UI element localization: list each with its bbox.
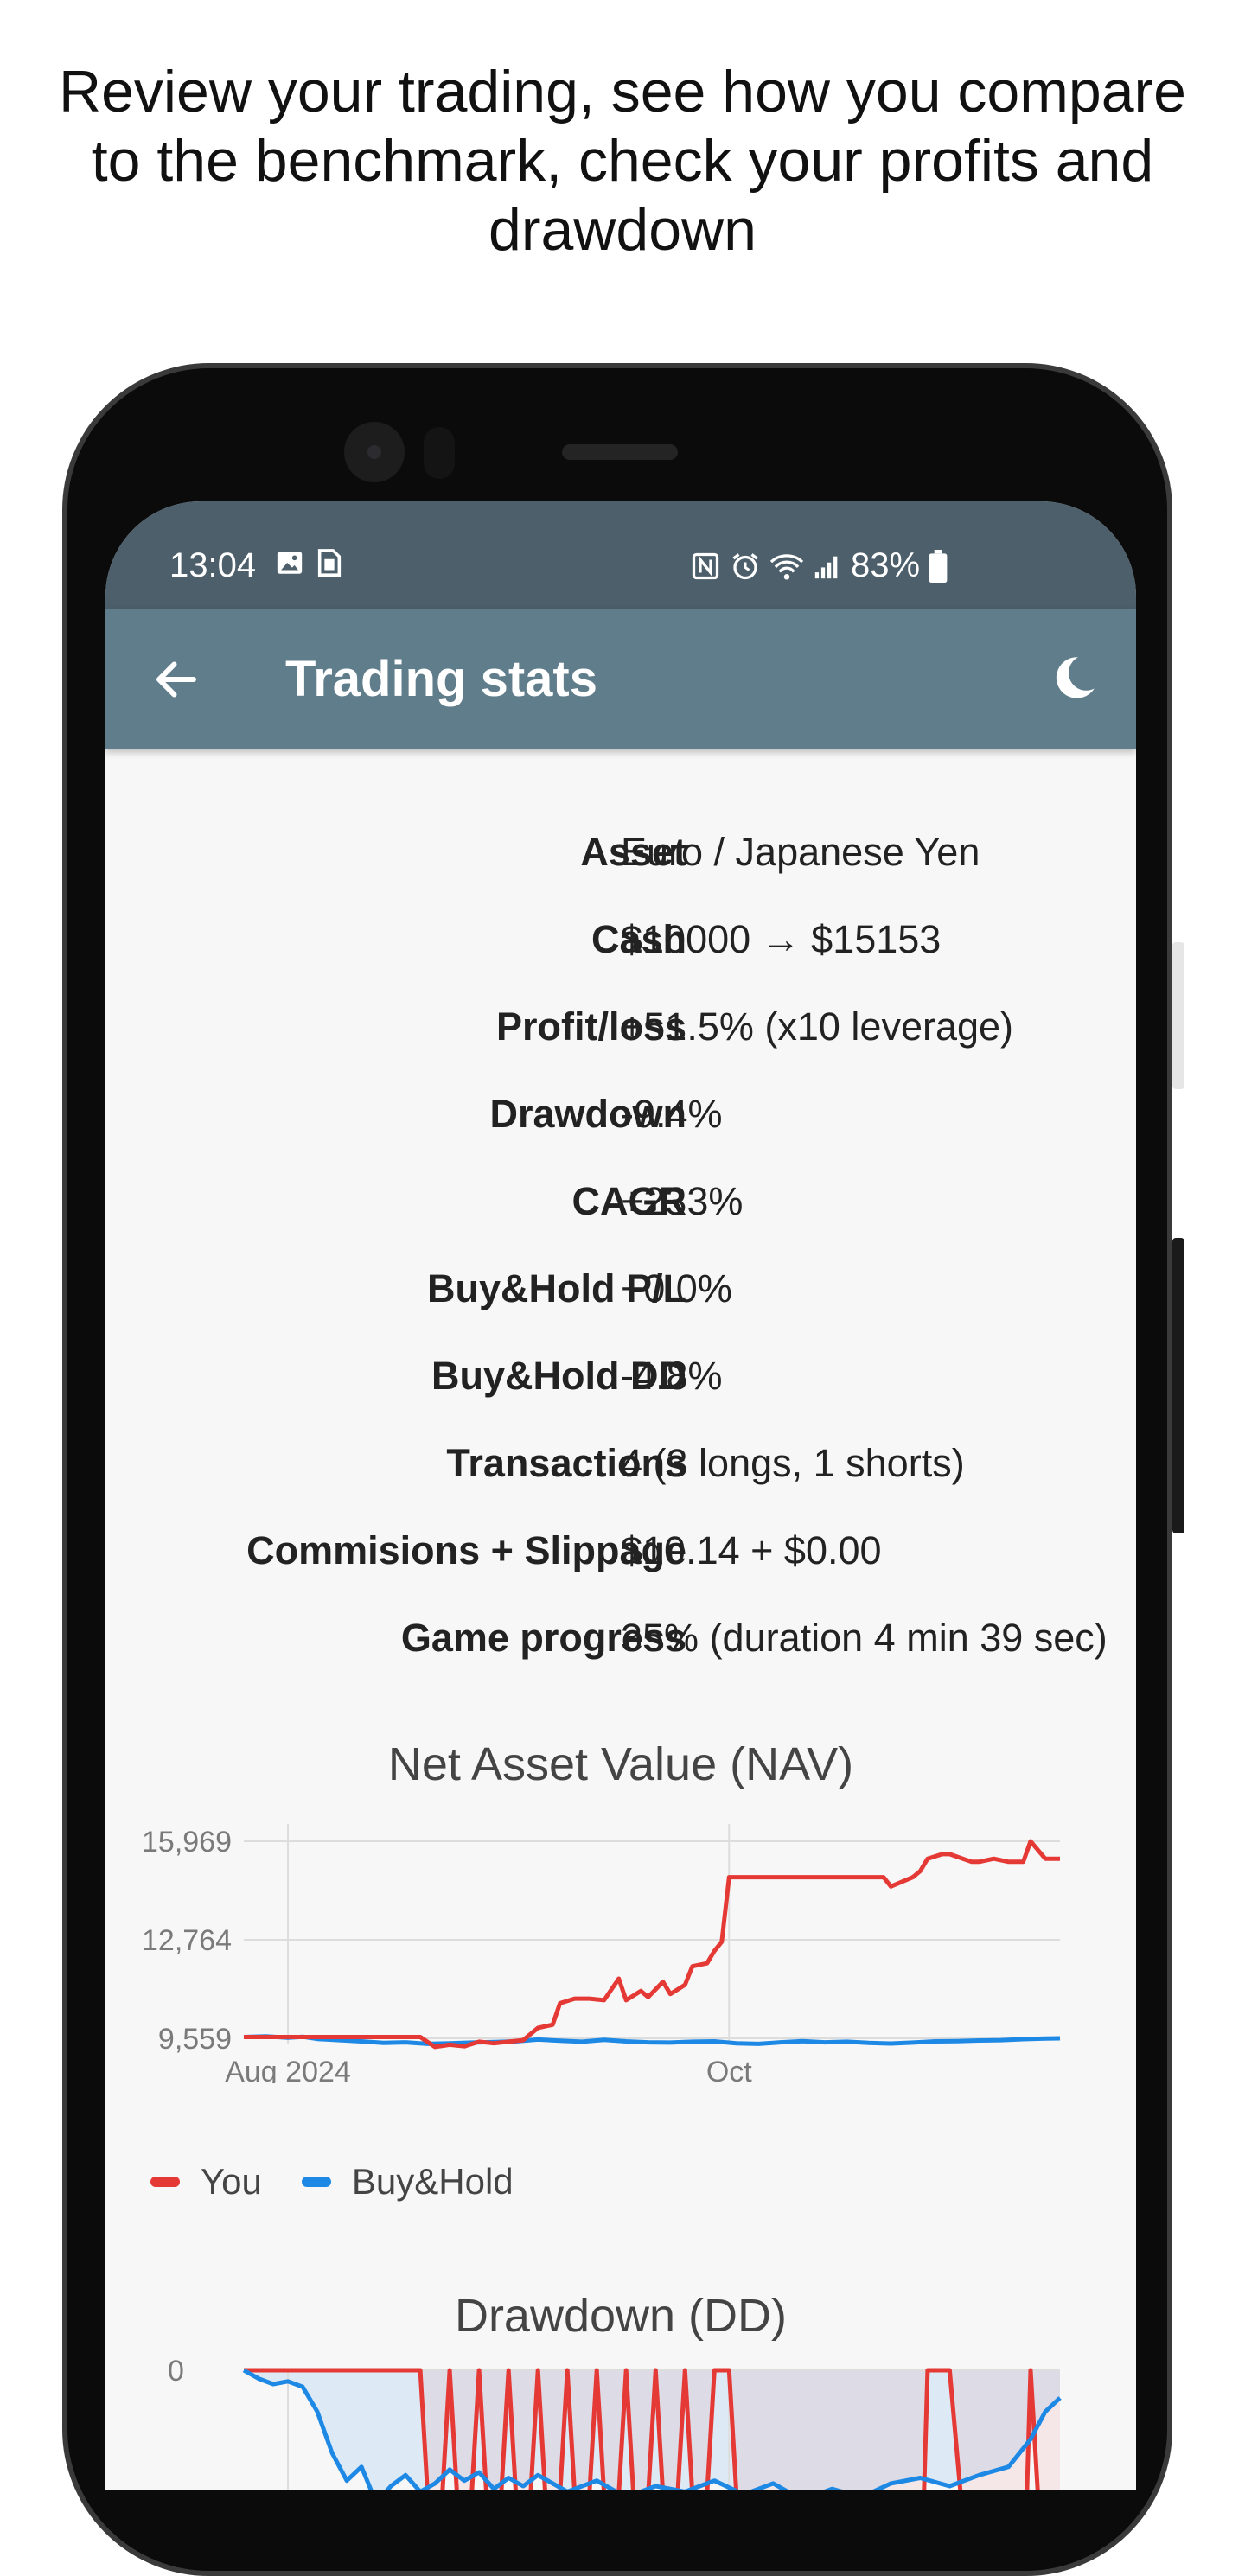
app-bar: Trading stats bbox=[105, 609, 1136, 749]
caption-line-1: Review your trading, see how you compare bbox=[59, 59, 1186, 124]
stat-value: 35% (duration 4 min 39 sec) bbox=[621, 1616, 1108, 1660]
stat-row: Cash $10000 → $15153 bbox=[105, 917, 1136, 986]
proximity-sensor bbox=[424, 427, 455, 479]
phone-screen: 13:04 83% Trading stats Asset Euro / Jap… bbox=[105, 501, 1136, 2490]
nav-chart-title: Net Asset Value (NAV) bbox=[387, 1738, 854, 1790]
stat-row: Buy&Hold P/L +0.0% bbox=[105, 1266, 1136, 1336]
legend-swatch-buy-hold bbox=[301, 2177, 331, 2187]
stat-row: Buy&Hold DD -4.8% bbox=[105, 1354, 1136, 1423]
stat-value: -9.4% bbox=[621, 1092, 723, 1136]
legend-swatch-you bbox=[150, 2177, 180, 2187]
stat-row: Profit/loss +51.5% (x10 leverage) bbox=[105, 1004, 1136, 1074]
battery-percent: 83% bbox=[851, 546, 921, 584]
legend-item-buy-hold[interactable]: Buy&Hold bbox=[301, 2161, 514, 2203]
legend-label-you: You bbox=[201, 2161, 262, 2202]
phone-side-button-top bbox=[1172, 942, 1184, 1089]
dd-chart: 0 bbox=[168, 2355, 1062, 2490]
legend-label-buy-hold: Buy&Hold bbox=[351, 2161, 514, 2202]
front-camera bbox=[344, 422, 405, 482]
nav-chart: 15,969 12,764 9,559Aug 2024 Oct bbox=[142, 1824, 1061, 2083]
image-icon bbox=[277, 552, 303, 574]
alarm-icon bbox=[732, 552, 758, 579]
stat-value: +233% bbox=[621, 1179, 744, 1223]
signal-icon bbox=[814, 556, 838, 578]
status-bar: 13:04 83% bbox=[105, 501, 1136, 609]
stat-value: Euro / Japanese Yen bbox=[621, 830, 980, 874]
stat-row: Game progress 35% (duration 4 min 39 sec… bbox=[105, 1616, 1136, 1685]
moon-icon[interactable] bbox=[1048, 652, 1100, 704]
status-time: 13:04 bbox=[169, 546, 257, 584]
caption-line-2: to the benchmark, check your profits and bbox=[91, 128, 1154, 194]
dd-chart-title: Drawdown (DD) bbox=[454, 2290, 788, 2342]
page-title: Trading stats bbox=[285, 651, 597, 707]
caption-line-3: drawdown bbox=[488, 197, 757, 263]
legend-item-you[interactable]: You bbox=[150, 2161, 262, 2203]
arrow-left-icon[interactable] bbox=[150, 654, 202, 705]
nav-x-tick-label: Oct bbox=[706, 2056, 752, 2083]
wifi-icon bbox=[769, 553, 804, 580]
battery-icon bbox=[929, 549, 948, 583]
stat-value: $10000 → $15153 bbox=[621, 917, 942, 961]
nav-y-tick-label: 15,969 bbox=[142, 1826, 232, 1859]
stat-value: 4 (3 longs, 1 shorts) bbox=[621, 1441, 965, 1485]
stat-value: $10.14 + $0.00 bbox=[621, 1528, 882, 1572]
nav-series-you-line bbox=[244, 1839, 1060, 2050]
stat-value: +51.5% (x10 leverage) bbox=[621, 1004, 1014, 1049]
earpiece-speaker bbox=[562, 444, 678, 460]
nav-y-tick-label: 9,559 bbox=[158, 2023, 232, 2056]
dd-y-tick-label: 0 bbox=[168, 2355, 184, 2388]
nav-y-tick-label: 12,764 bbox=[142, 1924, 232, 1957]
nav-x-tick-label: Aug 2024 bbox=[225, 2056, 351, 2083]
stat-row: Commisions + Slippage $10.14 + $0.00 bbox=[105, 1528, 1136, 1597]
stat-row: Drawdown -9.4% bbox=[105, 1092, 1136, 1161]
chart-legend: You Buy&Hold bbox=[150, 2161, 553, 2203]
nfc-icon bbox=[692, 552, 719, 579]
stat-row: Asset Euro / Japanese Yen bbox=[105, 830, 1136, 899]
stat-value: +0.0% bbox=[621, 1266, 732, 1310]
phone-side-button-bottom bbox=[1172, 1238, 1184, 1533]
promo-caption: Review your trading, see how you compare… bbox=[17, 57, 1228, 265]
stat-value: -4.8% bbox=[621, 1354, 723, 1398]
sim-icon bbox=[317, 549, 342, 577]
stat-row: Transactions 4 (3 longs, 1 shorts) bbox=[105, 1441, 1136, 1510]
stat-row: CAGR +233% bbox=[105, 1179, 1136, 1248]
